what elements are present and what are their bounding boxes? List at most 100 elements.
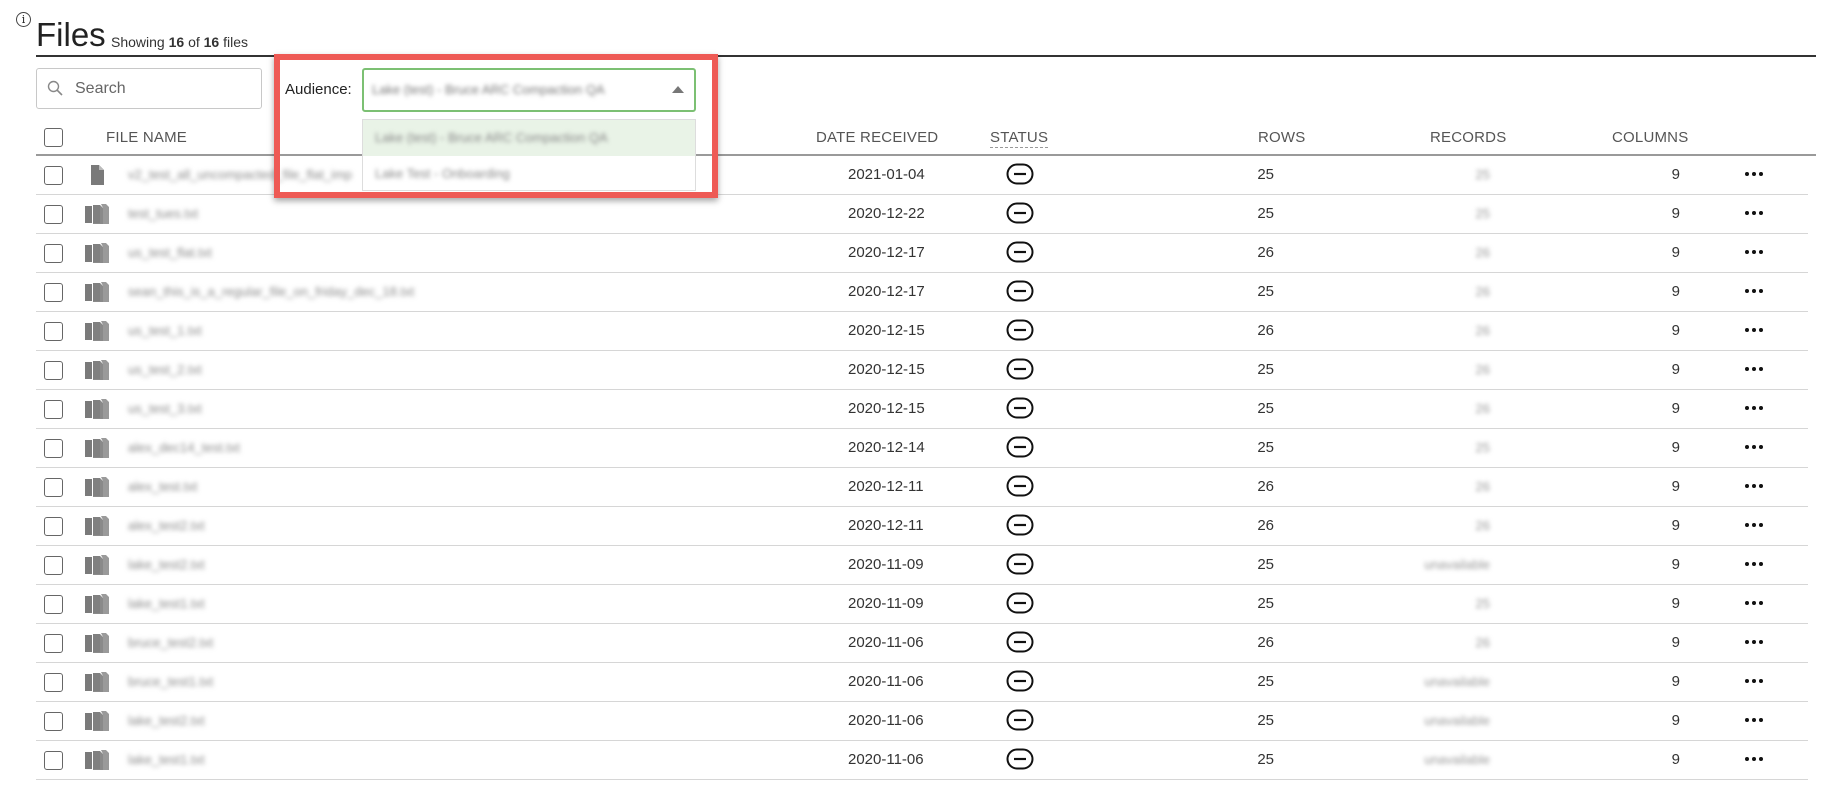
column-header-status[interactable]: STATUS: [990, 129, 1049, 148]
more-options-icon[interactable]: [1742, 357, 1766, 381]
row-checkbox[interactable]: [44, 478, 63, 497]
info-icon[interactable]: i: [16, 12, 31, 27]
file-name[interactable]: us_test_flat.txt: [128, 245, 212, 260]
row-checkbox[interactable]: [44, 166, 63, 185]
more-options-icon[interactable]: [1742, 201, 1766, 225]
status-minus-icon[interactable]: [1006, 202, 1034, 224]
table-row[interactable]: lake_test2.txt 2020-11-09 25 unavailable 9: [36, 546, 1808, 585]
table-row[interactable]: lake_test1.txt 2020-11-09 25 25 9: [36, 585, 1808, 624]
status-minus-icon[interactable]: [1006, 358, 1034, 380]
row-checkbox[interactable]: [44, 283, 63, 302]
more-options-icon[interactable]: [1742, 162, 1766, 186]
row-checkbox[interactable]: [44, 361, 63, 380]
caret-up-icon[interactable]: [672, 86, 684, 93]
file-name[interactable]: bruce_test1.txt: [128, 674, 213, 689]
status-minus-icon[interactable]: [1006, 397, 1034, 419]
table-row[interactable]: alex_test.txt 2020-12-11 26 26 9: [36, 468, 1808, 507]
file-name[interactable]: lake_test1.txt: [128, 596, 205, 611]
audience-option[interactable]: Lake (test) - Bruce ARC Compaction QA: [363, 120, 695, 156]
table-row[interactable]: lake_test1.txt 2020-11-06 25 unavailable 9: [36, 741, 1808, 780]
table-row[interactable]: us_test_flat.txt 2020-12-17 26 26 9: [36, 234, 1808, 273]
status-minus-icon[interactable]: [1006, 553, 1034, 575]
more-options-icon[interactable]: [1742, 669, 1766, 693]
row-checkbox[interactable]: [44, 400, 63, 419]
file-name[interactable]: lake_test2.txt: [128, 557, 205, 572]
row-checkbox[interactable]: [44, 205, 63, 224]
column-header-date-received[interactable]: DATE RECEIVED: [816, 129, 938, 146]
file-name[interactable]: test_tues.txt: [128, 206, 198, 221]
rows-count: 25: [1257, 283, 1274, 300]
search-input[interactable]: [73, 75, 253, 103]
more-options-icon[interactable]: [1742, 747, 1766, 771]
more-options-icon[interactable]: [1742, 552, 1766, 576]
table-row[interactable]: lake_test2.txt 2020-11-06 25 unavailable 9: [36, 702, 1808, 741]
more-options-icon[interactable]: [1742, 396, 1766, 420]
file-name[interactable]: alex_test2.txt: [128, 518, 205, 533]
row-checkbox[interactable]: [44, 751, 63, 770]
table-row[interactable]: sean_this_is_a_regular_file_on_friday_de…: [36, 273, 1808, 312]
more-options-icon[interactable]: [1742, 474, 1766, 498]
row-checkbox[interactable]: [44, 634, 63, 653]
status-minus-icon[interactable]: [1006, 475, 1034, 497]
table-row[interactable]: alex_dec14_test.txt 2020-12-14 25 25 9: [36, 429, 1808, 468]
row-checkbox[interactable]: [44, 322, 63, 341]
more-options-icon[interactable]: [1742, 708, 1766, 732]
column-header-columns[interactable]: COLUMNS: [1612, 129, 1688, 146]
more-options-icon[interactable]: [1742, 435, 1766, 459]
table-row[interactable]: alex_test2.txt 2020-12-11 26 26 9: [36, 507, 1808, 546]
file-name[interactable]: us_test_2.txt: [128, 362, 202, 377]
audience-option[interactable]: Lake Test - Onboarding: [363, 156, 695, 192]
status-minus-icon[interactable]: [1006, 631, 1034, 653]
file-name[interactable]: us_test_1.txt: [128, 323, 202, 338]
table-row[interactable]: us_test_2.txt 2020-12-15 25 26 9: [36, 351, 1808, 390]
row-checkbox[interactable]: [44, 517, 63, 536]
date-received: 2020-11-09: [848, 595, 924, 612]
records-count: 25: [1475, 440, 1490, 455]
row-checkbox[interactable]: [44, 595, 63, 614]
more-options-icon[interactable]: [1742, 513, 1766, 537]
more-options-icon[interactable]: [1742, 591, 1766, 615]
status-minus-icon[interactable]: [1006, 514, 1034, 536]
status-minus-icon[interactable]: [1006, 592, 1034, 614]
status-minus-icon[interactable]: [1006, 748, 1034, 770]
column-header-rows[interactable]: ROWS: [1258, 129, 1305, 146]
column-header-records[interactable]: RECORDS: [1430, 129, 1506, 146]
table-row[interactable]: test_tues.txt 2020-12-22 25 25 9: [36, 195, 1808, 234]
table-row[interactable]: bruce_test1.txt 2020-11-06 25 unavailable 9: [36, 663, 1808, 702]
file-name[interactable]: lake_test2.txt: [128, 713, 205, 728]
column-header-file-name[interactable]: FILE NAME: [106, 129, 187, 146]
select-all-checkbox[interactable]: [44, 128, 63, 147]
table-row[interactable]: us_test_3.txt 2020-12-15 25 26 9: [36, 390, 1808, 429]
status-minus-icon[interactable]: [1006, 241, 1034, 263]
file-name[interactable]: bruce_test2.txt: [128, 635, 213, 650]
multi-file-icon: [84, 281, 110, 303]
audience-select[interactable]: Lake (test) - Bruce ARC Compaction QA: [362, 68, 696, 112]
status-minus-icon[interactable]: [1006, 436, 1034, 458]
table-row[interactable]: bruce_test2.txt 2020-11-06 26 26 9: [36, 624, 1808, 663]
status-minus-icon[interactable]: [1006, 163, 1034, 185]
row-checkbox[interactable]: [44, 673, 63, 692]
table-row[interactable]: v2_test_all_uncompacted_file_flat_imp 202…: [36, 156, 1808, 195]
multi-file-icon: [84, 242, 110, 264]
row-checkbox[interactable]: [44, 244, 63, 263]
status-minus-icon[interactable]: [1006, 670, 1034, 692]
row-checkbox[interactable]: [44, 712, 63, 731]
more-options-icon[interactable]: [1742, 240, 1766, 264]
row-checkbox[interactable]: [44, 439, 63, 458]
multi-file-icon: [84, 671, 110, 693]
file-name[interactable]: us_test_3.txt: [128, 401, 202, 416]
file-name[interactable]: alex_test.txt: [128, 479, 197, 494]
status-minus-icon[interactable]: [1006, 709, 1034, 731]
table-row[interactable]: us_test_1.txt 2020-12-15 26 26 9: [36, 312, 1808, 351]
status-minus-icon[interactable]: [1006, 280, 1034, 302]
file-name[interactable]: v2_test_all_uncompacted_file_flat_imp: [128, 167, 352, 182]
more-options-icon[interactable]: [1742, 630, 1766, 654]
more-options-icon[interactable]: [1742, 279, 1766, 303]
file-name[interactable]: lake_test1.txt: [128, 752, 205, 767]
more-options-icon[interactable]: [1742, 318, 1766, 342]
columns-count: 9: [1671, 205, 1680, 222]
status-minus-icon[interactable]: [1006, 319, 1034, 341]
row-checkbox[interactable]: [44, 556, 63, 575]
file-name[interactable]: sean_this_is_a_regular_file_on_friday_de…: [128, 284, 414, 299]
file-name[interactable]: alex_dec14_test.txt: [128, 440, 240, 455]
